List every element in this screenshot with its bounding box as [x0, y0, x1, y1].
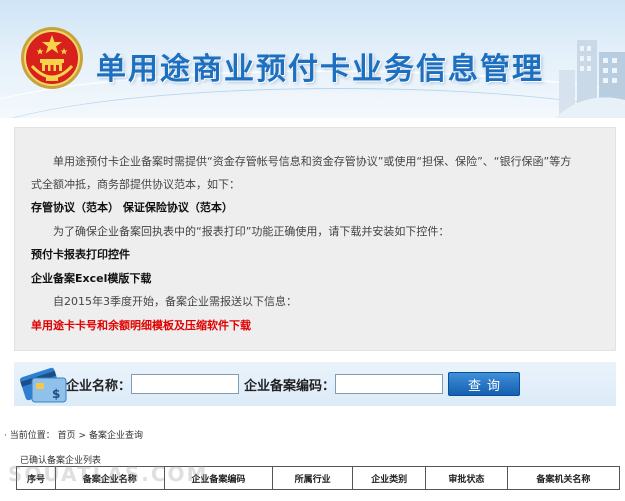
record-number-input[interactable] — [335, 374, 443, 394]
column-header: 审批状态 — [425, 466, 508, 490]
column-header: 序号 — [16, 466, 56, 490]
notice-text: 单用途预付卡企业备案时需提供“资金存管帐号信息和资金存管协议”或使用“担保、保险… — [53, 155, 572, 168]
search-bar: $ 企业名称： 企业备案编码： 查询 — [14, 362, 616, 406]
search-button[interactable]: 查询 — [448, 372, 520, 396]
breadcrumb-prefix: 当前位置： — [9, 431, 55, 441]
notice-panel: 单用途预付卡企业备案时需提供“资金存管帐号信息和资金存管协议”或使用“担保、保险… — [14, 127, 616, 351]
column-header: 企业类别 — [352, 466, 427, 490]
breadcrumb-home-link[interactable]: 首页 — [58, 431, 76, 441]
notice-text: 为了确保企业备案回执表中的“报表打印”功能正确使用，请下载并安装如下控件： — [53, 225, 450, 238]
print-control-download-link[interactable]: 预付卡报表打印控件 — [31, 246, 130, 262]
national-emblem-icon — [21, 27, 83, 89]
breadcrumb-bullet: · — [4, 431, 7, 441]
record-number-label: 企业备案编码： — [244, 379, 336, 394]
column-header: 备案企业名称 — [54, 466, 165, 490]
company-name-label: 企业名称： — [66, 379, 132, 394]
site-title: 单用途商业预付卡业务信息管理 — [96, 52, 544, 87]
card-template-download-link[interactable]: 单用途卡卡号和余额明细模板及压缩软件下载 — [31, 317, 251, 333]
city-buildings-illustration — [555, 40, 625, 118]
column-header: 所属行业 — [272, 466, 354, 490]
header-banner: 单用途商业预付卡业务信息管理 — [0, 0, 625, 118]
column-header: 备案机关名称 — [506, 466, 621, 490]
breadcrumb: · 当前位置： 首页 > 备案企业查询 — [4, 428, 143, 441]
column-header: 企业备案编码 — [163, 466, 274, 490]
breadcrumb-current: 备案企业查询 — [88, 431, 143, 441]
table-header-row: 序号 备案企业名称 企业备案编码 所属行业 企业类别 审批状态 备案机关名称 — [16, 466, 621, 490]
svg-text:$: $ — [52, 387, 60, 401]
agreement-templates-link[interactable]: 存管协议（范本） 保证保险协议（范本） — [31, 199, 233, 215]
excel-template-download-link[interactable]: 企业备案Excel模版下载 — [31, 270, 151, 286]
results-title: 已确认备案企业列表 — [20, 456, 102, 466]
prepaid-card-icon: $ — [19, 367, 67, 403]
results-table: 序号 备案企业名称 企业备案编码 所属行业 企业类别 审批状态 备案机关名称 — [16, 466, 621, 490]
company-name-input[interactable] — [131, 374, 239, 394]
notice-text: 自2015年3季度开始，备案企业需报送以下信息： — [53, 295, 297, 308]
notice-text: 式全额冲抵，商务部提供协议范本，如下： — [31, 178, 240, 191]
breadcrumb-separator: > — [78, 431, 87, 441]
